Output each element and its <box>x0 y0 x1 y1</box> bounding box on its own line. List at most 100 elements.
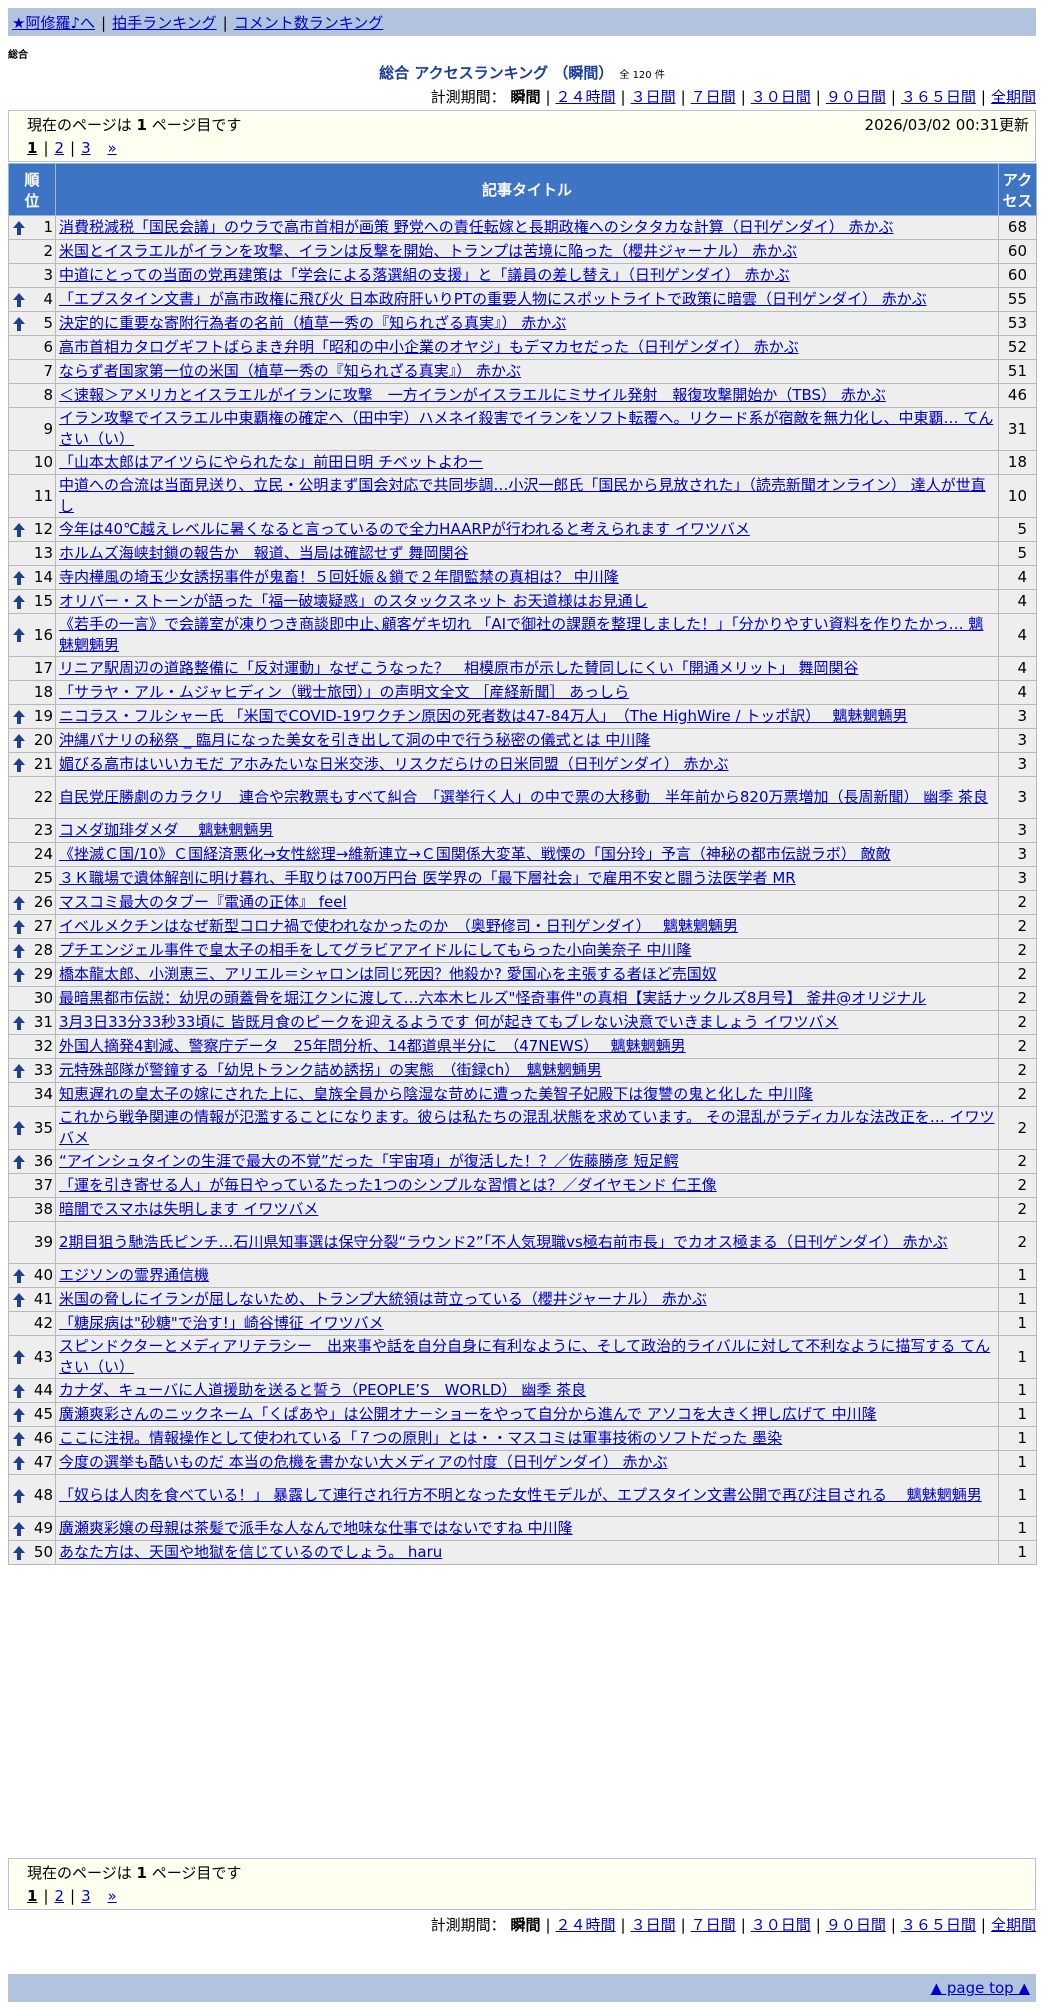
page-info-top: 現在のページは 1 ページ目です 2026/03/02 00:31更新 1 | 2 |… <box>8 110 1036 162</box>
rank-cell: 36 <box>8 1149 56 1174</box>
article-title-link[interactable]: 「運を引き寄せる人」が毎日やっているたった1つのシンプルな習慣とは？／ダイヤモン… <box>59 1176 717 1194</box>
article-title-link[interactable]: 自民党圧勝劇のカラクリ 連合や宗教票もすべて糾合 「選挙行く人」の中で票の大移動… <box>59 788 988 806</box>
period-link-7d[interactable]: ７日間 <box>691 88 736 106</box>
rank-up-arrow-icon <box>13 594 25 609</box>
period-link-7d[interactable]: ７日間 <box>691 1916 736 1934</box>
article-title-link[interactable]: 「山本太郎はアイツらにやられたな」前田日明 チベットよわー <box>59 453 483 471</box>
article-title-link[interactable]: 「糖尿病は"砂糖"で治す!」崎谷博征 イワツバメ <box>59 1314 384 1332</box>
article-title-link[interactable]: 3月3日33分33秒33頃に 皆既月食のピークを迎えるようです 何が起きてもブレ… <box>59 1013 838 1031</box>
article-title-link[interactable]: 米国とイスラエルがイランを攻撃、イランは反撃を開始、トランプは苦境に陥った（櫻井… <box>59 242 797 260</box>
period-link-3d[interactable]: ３日間 <box>631 88 676 106</box>
rank-cell: 20 <box>8 728 56 753</box>
article-title-link[interactable]: “アインシュタインの生涯で最大の不覚”だった「宇宙項」が復活した！？／佐藤勝彦 … <box>59 1152 679 1170</box>
article-title-link[interactable]: 今度の選挙も酷いものだ 本当の危機を書かない大メディアの忖度（日刊ゲンダイ） 赤… <box>59 1453 668 1471</box>
article-title-link[interactable]: 「エプスタイン文書」が高市政権に飛び火 日本政府肝いりPTの重要人物にスポットラ… <box>59 290 927 308</box>
article-title-link[interactable]: プチエンジェル事件で皇太子の相手をしてグラビアアイドルにしてもらった小向美奈子 … <box>59 941 691 959</box>
period-link-365d[interactable]: ３６５日間 <box>901 1916 976 1934</box>
table-row: 45 廣瀬爽彩さんのニックネーム「くぱあや」は公開オナ－ショーをやって自分から進ん… <box>8 1402 1037 1427</box>
article-title-link[interactable]: オリバー・ストーンが語った「福一破壊疑惑」のスタックスネット お天道様はお見通し <box>59 592 648 610</box>
article-title-link[interactable]: 沖縄パナリの秘祭 _ 臨月になった美女を引き出して洞の中で行う秘密の儀式とは 中… <box>59 731 650 749</box>
page-top-link[interactable]: ▲ page top ▲ <box>931 1979 1030 1997</box>
article-title-link[interactable]: 高市首相カタログギフトばらまき弁明「昭和の中小企業のオヤジ」もデマカセだった（日… <box>59 338 799 356</box>
article-title-link[interactable]: 2期目狙う馳浩氏ピンチ…石川県知事選は保守分裂“ラウンド2”「不人気現職vs極右… <box>59 1233 948 1251</box>
rank-cell: 13 <box>8 541 56 566</box>
article-title-link[interactable]: イラン攻撃でイスラエル中東覇権の確定へ（田中宇）ハメネイ殺害でイランをソフト転覆… <box>59 409 993 448</box>
article-title-link[interactable]: リニア駅周辺の道路整備に「反対運動」なぜこうなった？ 相模原市が示した賛同しにく… <box>59 659 858 677</box>
article-title-link[interactable]: 消費税減税「国民会議」のウラで高市首相が画策 野党への責任転嫁と長期政権へのシタ… <box>59 218 894 236</box>
pager-current-1[interactable]: 1 <box>27 1887 37 1905</box>
rank-cell: 19 <box>8 704 56 729</box>
pager-link-3[interactable]: 3 <box>81 1887 91 1905</box>
period-link-30d[interactable]: ３０日間 <box>751 88 811 106</box>
page-info-text: 現在のページは 1 ページ目です <box>27 1864 242 1882</box>
period-link-90d[interactable]: ９０日間 <box>826 88 886 106</box>
period-link-3d[interactable]: ３日間 <box>631 1916 676 1934</box>
article-title-link[interactable]: これから戦争関連の情報が氾濫することになります。彼らは私たちの混乱状態を求めてい… <box>59 1108 995 1147</box>
article-title-link[interactable]: 廣瀬爽彩さんのニックネーム「くぱあや」は公開オナ－ショーをやって自分から進んで … <box>59 1405 877 1423</box>
access-count: 53 <box>998 311 1037 336</box>
article-title-link[interactable]: 外国人摘発4割減、警察庁データ 25年問分析、14都道県半分に （47NEWS）… <box>59 1037 686 1055</box>
article-title-link[interactable]: 決定的に重要な寄附行為者の名前（植草一秀の『知られざる真実』） 赤かぶ <box>59 314 566 332</box>
article-title-link[interactable]: エジソンの霊界通信機 <box>59 1266 209 1284</box>
pager-link-2[interactable]: 2 <box>55 1887 65 1905</box>
article-title-link[interactable]: 中道への合流は当面見送り、立民・公明まず国会対応で共同歩調…小沢一郎氏「国民から… <box>59 476 986 515</box>
rank-up-arrow-icon <box>13 1121 25 1135</box>
period-link-90d[interactable]: ９０日間 <box>826 1916 886 1934</box>
article-title-link[interactable]: イベルメクチンはなぜ新型コロナ禍で使われなかったのか （奥野修司・日刊ゲンダイ）… <box>59 917 738 935</box>
rank-cell: 43 <box>8 1335 56 1379</box>
article-title-link[interactable]: 媚びる高市はいいカモだ アホみたいな日米交渉、リスクだらけの日米同盟（日刊ゲンダ… <box>59 755 729 773</box>
article-title-link[interactable]: 橋本龍太郎、小渕恵三、アリエル＝シャロンは同じ死因？他殺か? 愛国心を主張する者… <box>59 965 717 983</box>
article-title-link[interactable]: コメダ珈琲ダメダ 魑魅魍魎男 <box>59 821 273 839</box>
title-cell: 寺内樺風の埼玉少女誘拐事件が鬼畜！５回妊娠＆鎖で２年間監禁の真相は？ 中川隆 <box>55 565 999 590</box>
pager-link-3[interactable]: 3 <box>81 139 91 157</box>
article-title-link[interactable]: 暗闇でスマホは失明します イワツバメ <box>59 1200 318 1218</box>
article-title-link[interactable]: 中道にとっての当面の党再建策は「学会による落選組の支援」と「議員の差し替え」（日… <box>59 266 790 284</box>
article-title-link[interactable]: 廣瀬爽彩嬢の母親は茶髪で派手な人なんで地味な仕事ではないですね 中川隆 <box>59 1519 573 1537</box>
article-title-link[interactable]: 「奴らは人肉を食べている！」 暴露して連行され行方不明となった女性モデルが、エプ… <box>59 1486 982 1504</box>
period-link-24h[interactable]: ２４時間 <box>556 1916 616 1934</box>
table-row: 8 ＜速報＞アメリカとイスラエルがイランに攻撃 一方イランがイスラエルにミサイル発… <box>8 383 1037 408</box>
article-title-link[interactable]: ここに注視。情報操作として使われている「７つの原則」とは・・マスコミは軍事技術の… <box>59 1429 782 1447</box>
article-title-link[interactable]: 元特殊部隊が警鐘する「幼児トランク詰め誘拐」の実態 （街録ch） 魑魅魍魎男 <box>59 1061 602 1079</box>
article-title-link[interactable]: 今年は40℃越えレベルに暑くなると言っているので全力HAARPが行われると考えら… <box>59 520 750 538</box>
nav-link-applause-ranking[interactable]: 拍手ランキング <box>112 14 217 32</box>
access-count: 51 <box>998 359 1037 384</box>
pager-link-2[interactable]: 2 <box>55 139 65 157</box>
article-title-link[interactable]: ３Ｋ職場で遺体解剖に明け暮れ、手取りは700万円台 医学界の「最下層社会」で雇用… <box>59 869 796 887</box>
nav-link-asyura-home[interactable]: ★阿修羅♪へ <box>12 14 95 32</box>
period-link-30d[interactable]: ３０日間 <box>751 1916 811 1934</box>
rank-up-arrow-icon <box>13 1431 25 1446</box>
nav-link-comment-ranking[interactable]: コメント数ランキング <box>234 14 384 32</box>
article-title-link[interactable]: ＜速報＞アメリカとイスラエルがイランに攻撃 一方イランがイスラエルにミサイル発射… <box>59 386 886 404</box>
article-title-link[interactable]: スピンドクターとメディアリテラシー 出来事や話を自分自身に有利なように、そして政… <box>59 1337 990 1376</box>
rank-cell: 40 <box>8 1263 56 1288</box>
article-title-link[interactable]: 知恵遅れの皇太子の嫁にされた上に、皇族全員から陰湿な苛めに遭った美智子妃殿下は復… <box>59 1085 813 1103</box>
article-title-link[interactable]: 《若手の一言》で会議室が凍りつき商談即中止､顧客ゲキ切れ 「AIで御社の課題を整… <box>59 615 983 654</box>
article-title-link[interactable]: カナダ、キューバに人道援助を送ると誓う（PEOPLE’S WORLD） 幽季 茶… <box>59 1381 586 1399</box>
rank-cell: 1 <box>8 215 56 240</box>
article-title-link[interactable]: ニコラス・フルシャー氏 「米国でCOVID-19ワクチン原因の死者数は47-84… <box>59 707 908 725</box>
pager-next[interactable]: » <box>107 1887 116 1905</box>
article-title-link[interactable]: 「サラヤ・アル・ムジャヒディン（戦士旅団）」の声明文全文 ［産経新聞］ あっしら <box>59 683 629 701</box>
article-title-link[interactable]: 寺内樺風の埼玉少女誘拐事件が鬼畜！５回妊娠＆鎖で２年間監禁の真相は？ 中川隆 <box>59 568 619 586</box>
article-title-link[interactable]: 米国の脅しにイランが屈しないため、トランプ大統領は苛立っている（櫻井ジャーナル）… <box>59 1290 707 1308</box>
table-row: 9 イラン攻撃でイスラエル中東覇権の確定へ（田中宇）ハメネイ殺害でイランをソフト転… <box>8 407 1037 451</box>
period-selector-top: 計測期間： 瞬間 | ２４時間 | ３日間 | ７日間 | ３０日間 | ９０日間 | ３６５日間 | 全期… <box>430 88 1036 106</box>
header-title: 記事タイトル <box>55 163 999 216</box>
pager-current-1[interactable]: 1 <box>27 139 37 157</box>
access-count: 52 <box>998 335 1037 360</box>
article-title-link[interactable]: マスコミ最大のタブー『電通の正体』 feel <box>59 893 347 911</box>
article-title-link[interactable]: 《挫滅Ｃ国/10》Ｃ国経済悪化→女性総理→維新連立→Ｃ国関係大変革、戦慄の「国分… <box>59 845 891 863</box>
table-row: 38 暗闇でスマホは失明します イワツバメ 2 <box>8 1197 1037 1222</box>
article-title-link[interactable]: 最暗黒都市伝説：幼児の頭蓋骨を堀江クンに渡して…六本木ヒルズ"怪奇事件"の真相【… <box>59 989 926 1007</box>
rank-cell: 4 <box>8 287 56 312</box>
period-link-all[interactable]: 全期間 <box>991 88 1036 106</box>
period-link-365d[interactable]: ３６５日間 <box>901 88 976 106</box>
article-title-link[interactable]: ホルムズ海峡封鎖の報告か 報道、当局は確認せず 舞岡関谷 <box>59 544 468 562</box>
article-title-link[interactable]: あなた方は、天国や地獄を信じているのでしょう。 haru <box>59 1543 442 1561</box>
period-link-all[interactable]: 全期間 <box>991 1916 1036 1934</box>
rank-cell: 30 <box>8 986 56 1011</box>
period-link-24h[interactable]: ２４時間 <box>556 88 616 106</box>
pager-next[interactable]: » <box>107 139 116 157</box>
article-title-link[interactable]: ならず者国家第一位の米国（植草一秀の『知られざる真実』） 赤かぶ <box>59 362 521 380</box>
